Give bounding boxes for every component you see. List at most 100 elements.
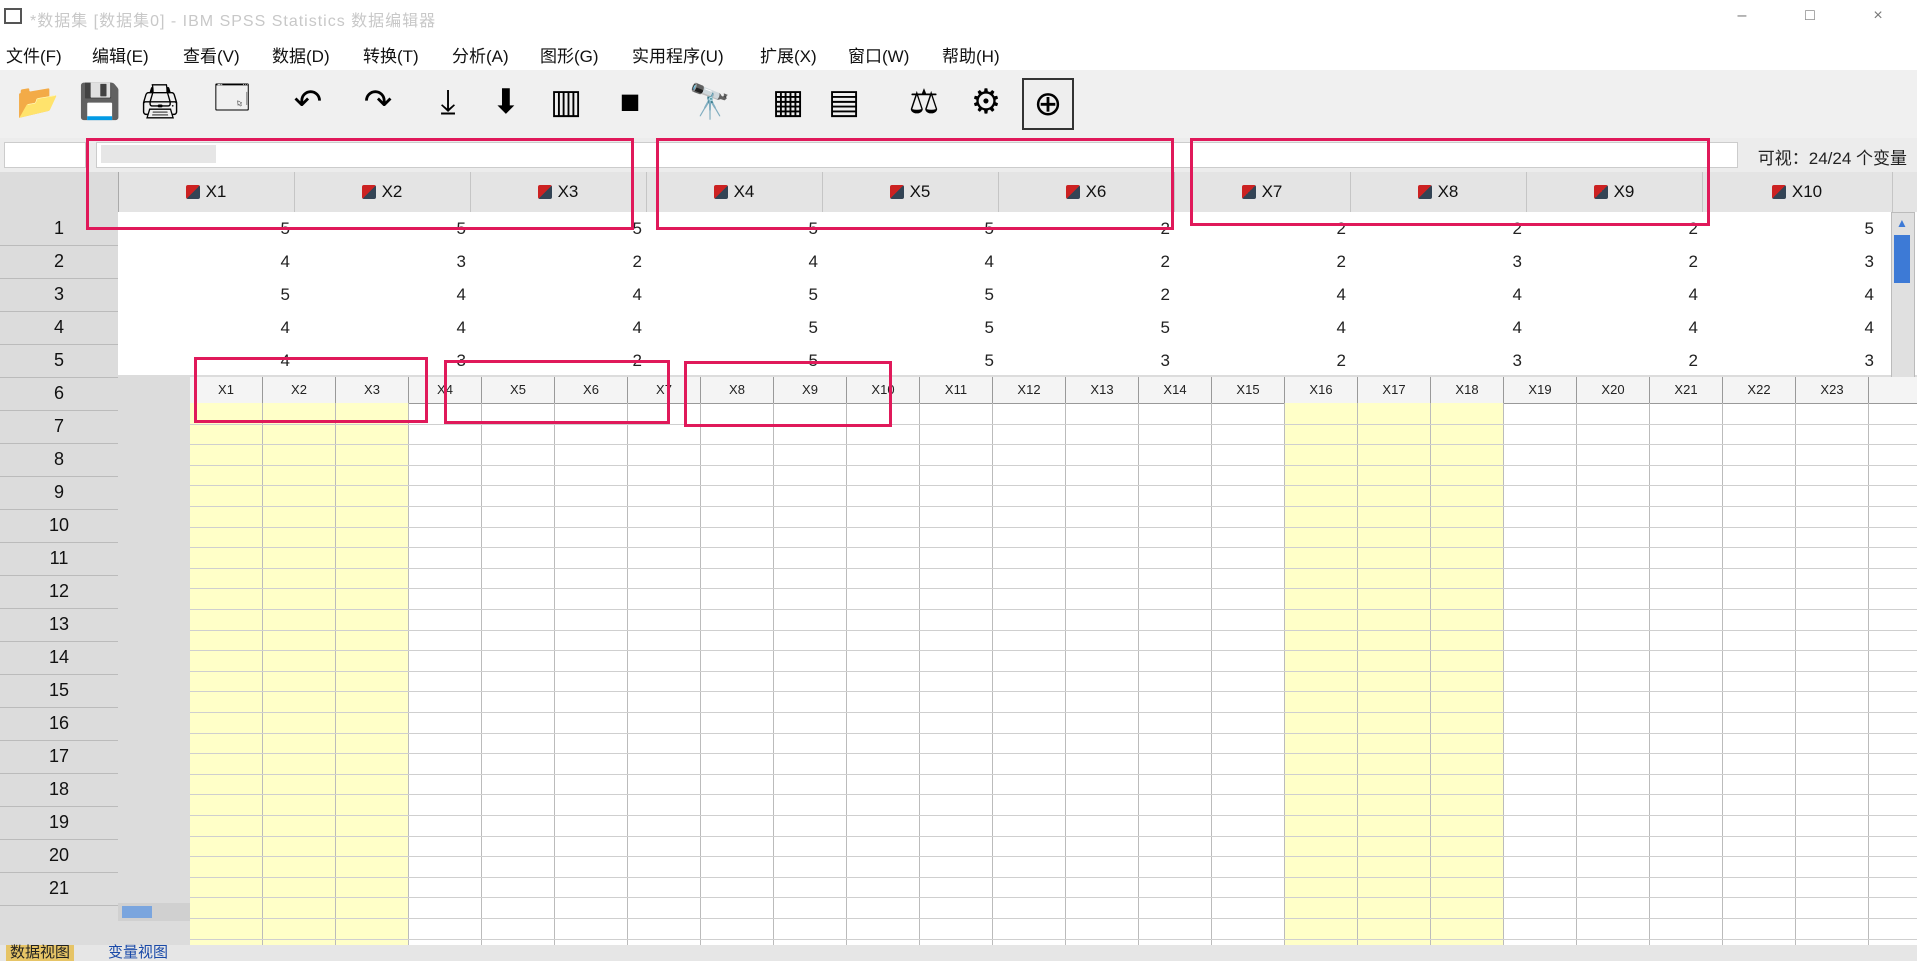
data-cell[interactable]: 2 — [1174, 245, 1350, 278]
data-cell[interactable]: 2 — [1526, 245, 1702, 278]
menu-utilities[interactable]: 实用程序(U) — [632, 42, 724, 67]
print-icon[interactable]: 🖨 — [136, 78, 184, 126]
data-cell[interactable]: 5 — [998, 311, 1174, 344]
data-cell[interactable]: 4 — [1526, 311, 1702, 344]
tab-variable-view[interactable]: 变量视图 — [104, 945, 172, 961]
goto-variable-icon[interactable]: ⬇ — [482, 78, 530, 126]
redo-icon[interactable]: ↷ — [354, 78, 402, 126]
undo-icon[interactable]: ↶ — [284, 78, 332, 126]
data-cell[interactable]: 4 — [1702, 311, 1878, 344]
close-button[interactable]: × — [1858, 4, 1898, 28]
menu-transform[interactable]: 转换(T) — [363, 42, 419, 67]
data-cell[interactable]: 3 — [1350, 344, 1526, 377]
row-header[interactable]: 17 — [0, 740, 118, 774]
embedded-data-screenshot: X1 X2 X3 X4 X5 X6 X7 X8 X9 X10 X11 X12 X13 X14 X15 X16 X… — [190, 377, 1917, 945]
row-header[interactable]: 13 — [0, 608, 118, 642]
data-cell[interactable]: 4 — [822, 245, 998, 278]
data-cell[interactable]: 4 — [294, 278, 470, 311]
overlay-row-line — [190, 856, 1917, 858]
data-cell[interactable]: 5 — [822, 311, 998, 344]
data-cell[interactable]: 4 — [646, 245, 822, 278]
row-header[interactable]: 18 — [0, 773, 118, 807]
data-cell[interactable]: 5 — [646, 311, 822, 344]
row-header[interactable]: 10 — [0, 509, 118, 543]
scroll-up-icon[interactable]: ▲ — [1894, 215, 1910, 231]
data-cell[interactable]: 3 — [1702, 245, 1878, 278]
data-cell[interactable]: 4 — [1174, 311, 1350, 344]
data-cell[interactable]: 2 — [1526, 344, 1702, 377]
recall-dialog-icon[interactable]: 🗔 — [208, 78, 256, 126]
data-cell[interactable]: 2 — [1174, 344, 1350, 377]
vertical-scrollbar[interactable]: ▲ — [1891, 212, 1915, 389]
save-icon[interactable]: 💾 — [76, 78, 124, 126]
horizontal-scroll-thumb[interactable] — [122, 906, 152, 918]
menu-view[interactable]: 查看(V) — [183, 42, 240, 67]
data-cell[interactable]: 5 — [646, 278, 822, 311]
data-cell[interactable]: 4 — [118, 245, 294, 278]
menu-analyze[interactable]: 分析(A) — [452, 42, 509, 67]
menu-file[interactable]: 文件(F) — [6, 42, 62, 67]
row-header[interactable]: 9 — [0, 476, 118, 510]
find-icon[interactable]: 🔭 — [686, 78, 734, 126]
row-header[interactable]: 4 — [0, 311, 118, 345]
data-cell[interactable]: 4 — [470, 311, 646, 344]
split-file-icon[interactable]: ⚖ — [900, 78, 948, 126]
menu-edit[interactable]: 编辑(E) — [92, 42, 149, 67]
overlay-column-header: X23 — [1796, 377, 1869, 403]
data-cell[interactable]: 2 — [470, 245, 646, 278]
row-header[interactable]: 2 — [0, 245, 118, 279]
data-cell[interactable]: 4 — [294, 311, 470, 344]
row-header[interactable]: 19 — [0, 806, 118, 840]
row-header[interactable]: 6 — [0, 377, 118, 411]
data-cell[interactable]: 2 — [998, 278, 1174, 311]
data-cell[interactable]: 3 — [294, 245, 470, 278]
data-cell[interactable]: 3 — [998, 344, 1174, 377]
weight-cases-icon[interactable]: ⚙ — [962, 78, 1010, 126]
row-header[interactable]: 16 — [0, 707, 118, 741]
data-cell[interactable]: 4 — [1702, 278, 1878, 311]
data-cell[interactable]: 5 — [822, 278, 998, 311]
menu-window[interactable]: 窗口(W) — [848, 42, 909, 67]
insert-variable-icon[interactable]: ▤ — [820, 78, 868, 126]
data-cell[interactable]: 4 — [1174, 278, 1350, 311]
data-cell[interactable]: 3 — [1350, 245, 1526, 278]
minimize-button[interactable]: – — [1722, 4, 1762, 28]
cell-reference-field[interactable] — [4, 142, 86, 168]
menu-help[interactable]: 帮助(H) — [942, 42, 1000, 67]
open-icon[interactable]: 📂 — [14, 78, 62, 126]
row-header[interactable]: 14 — [0, 641, 118, 675]
value-labels-icon[interactable]: ⊕ — [1022, 78, 1074, 130]
row-header[interactable]: 12 — [0, 575, 118, 609]
data-cell[interactable]: 5 — [118, 278, 294, 311]
row-header[interactable]: 11 — [0, 542, 118, 576]
data-cell[interactable]: 3 — [1702, 344, 1878, 377]
menu-data[interactable]: 数据(D) — [272, 42, 330, 67]
data-cell[interactable]: 4 — [1350, 311, 1526, 344]
row-header[interactable]: 21 — [0, 872, 118, 906]
horizontal-scrollbar[interactable] — [118, 903, 190, 921]
tab-data-view[interactable]: 数据视图 — [6, 945, 75, 961]
goto-case-icon[interactable]: ⤓ — [424, 78, 472, 126]
row-header[interactable]: 5 — [0, 344, 118, 378]
run-icon[interactable]: ■ — [606, 78, 654, 126]
data-cell[interactable]: 4 — [1526, 278, 1702, 311]
row-header[interactable]: 3 — [0, 278, 118, 312]
row-header[interactable]: 15 — [0, 674, 118, 708]
row-header[interactable]: 8 — [0, 443, 118, 477]
maximize-button[interactable]: □ — [1790, 4, 1830, 28]
scrollbar-thumb[interactable] — [1894, 235, 1910, 283]
data-cell[interactable]: 5 — [1702, 212, 1878, 245]
overlay-column — [1723, 403, 1796, 945]
data-cell[interactable]: 4 — [1350, 278, 1526, 311]
insert-cases-icon[interactable]: ▦ — [764, 78, 812, 126]
data-cell[interactable]: 4 — [118, 311, 294, 344]
row-header[interactable]: 7 — [0, 410, 118, 444]
data-cell[interactable]: 4 — [470, 278, 646, 311]
variables-icon[interactable]: ▥ — [542, 78, 590, 126]
menu-extensions[interactable]: 扩展(X) — [760, 42, 817, 67]
overlay-column-header: X16 — [1285, 377, 1358, 403]
data-cell[interactable]: 2 — [998, 245, 1174, 278]
menu-graphs[interactable]: 图形(G) — [540, 42, 599, 67]
row-header[interactable]: 20 — [0, 839, 118, 873]
column-header-x10[interactable]: X10 — [1702, 172, 1893, 212]
